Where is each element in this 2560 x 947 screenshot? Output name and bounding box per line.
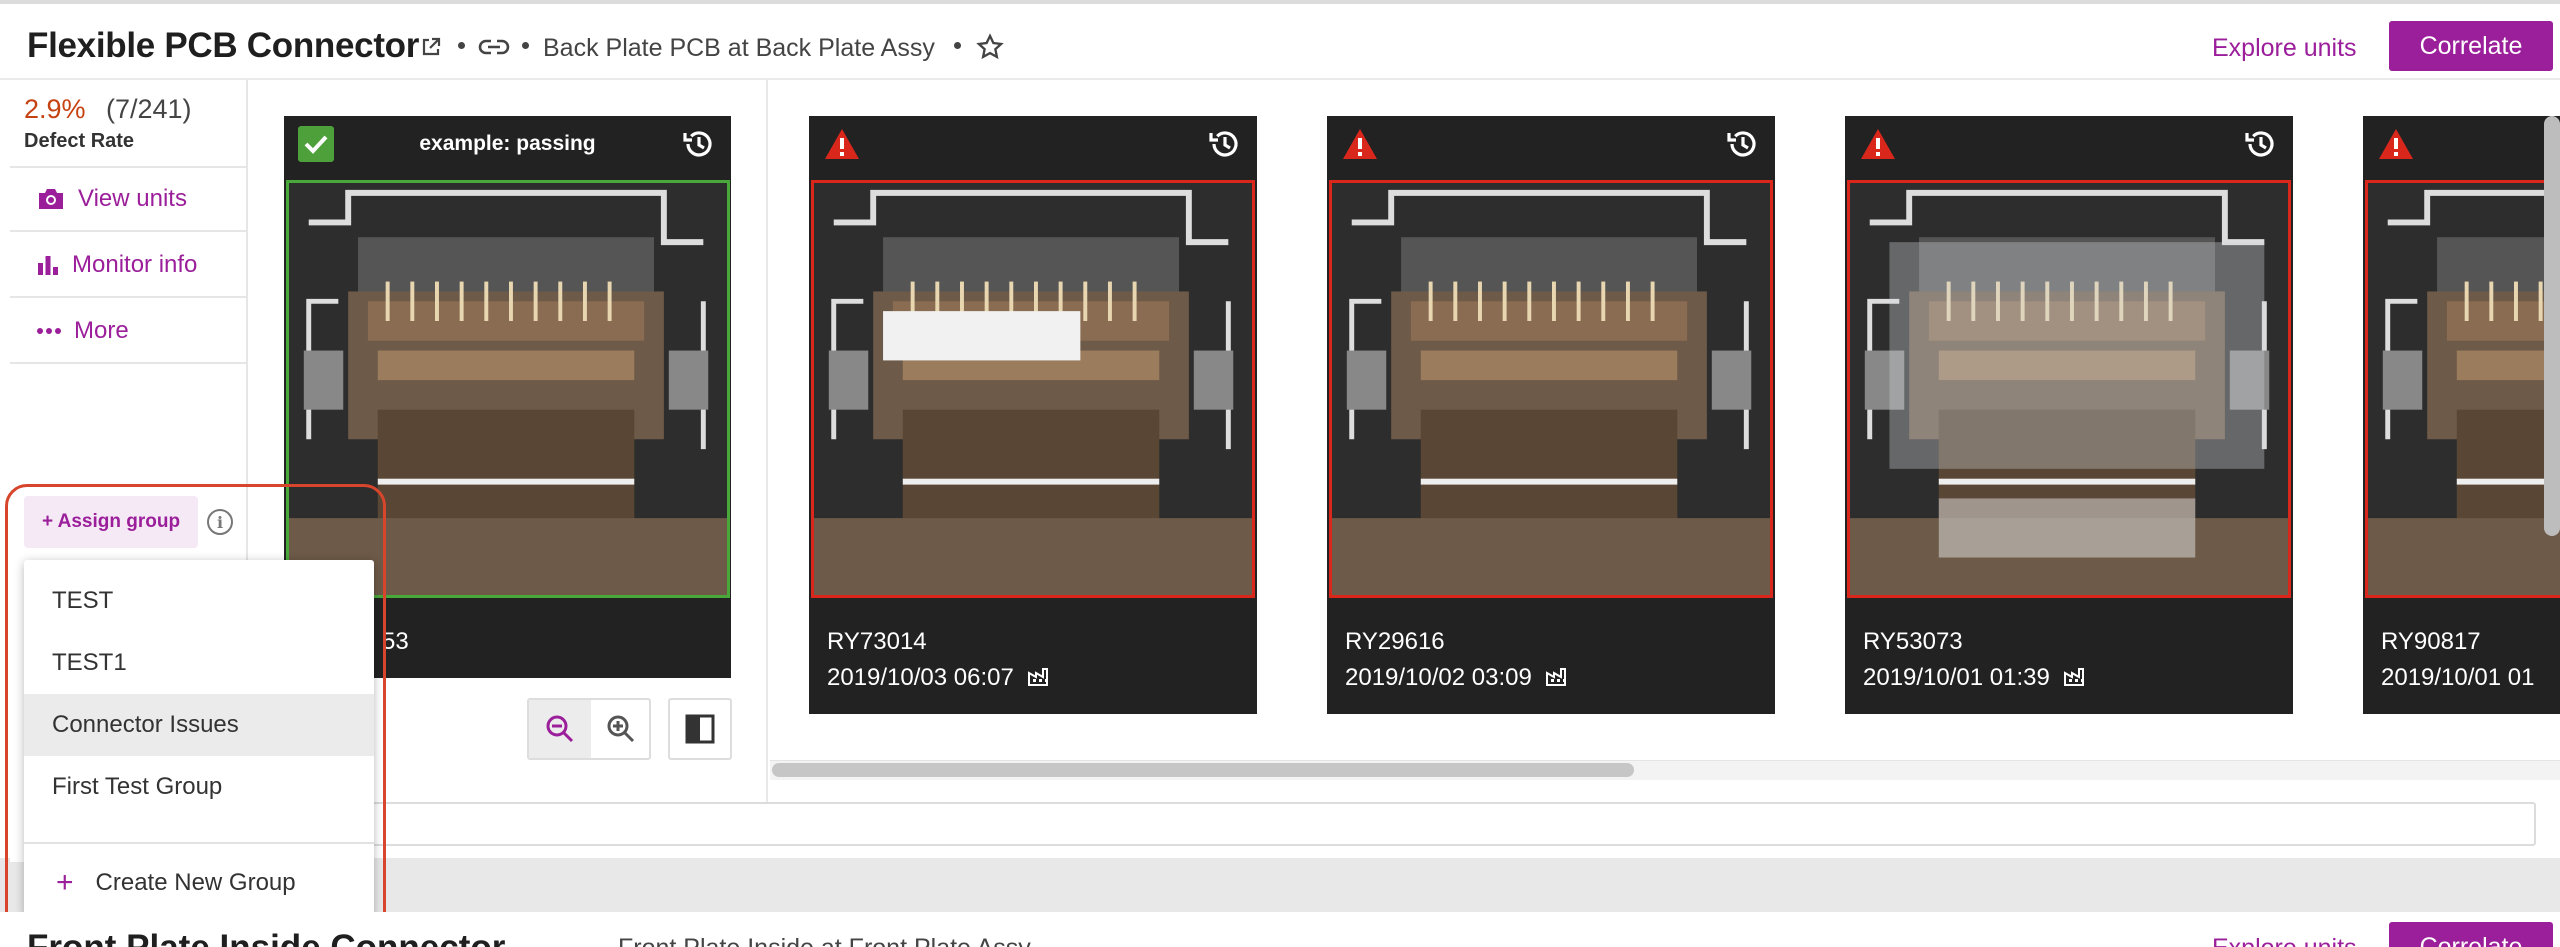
bar-chart-icon: [36, 253, 60, 277]
monitor-info-label: Monitor info: [72, 251, 198, 278]
unit-id: RY53073: [1863, 628, 1963, 655]
create-new-group-label: Create New Group: [95, 869, 296, 896]
unit-id: RY73014: [827, 628, 927, 655]
separator-dot: [458, 42, 465, 49]
warning-icon: [1859, 126, 1897, 167]
unit-date: 2019/10/01 01:39: [1863, 664, 2091, 694]
unit-id: RY29616: [1345, 628, 1445, 655]
create-new-group-button[interactable]: + Create New Group: [24, 852, 374, 914]
unit-date: 2019/10/01 01: [2381, 664, 2534, 692]
dropdown-divider: [24, 842, 374, 844]
monitor-card: Flexible PCB Connector Back Plate PCB at…: [0, 0, 2560, 862]
warning-icon: [2377, 126, 2415, 167]
unit-tile[interactable]: RY53073 2019/10/01 01:39: [1845, 116, 2293, 714]
unit-date-text: 2019/10/02 03:09: [1345, 664, 1532, 691]
separator-dot: [954, 42, 961, 49]
external-link-icon[interactable]: [420, 36, 442, 63]
group-dropdown: TEST TEST1 Connector Issues First Test G…: [24, 560, 374, 918]
panel-divider: [766, 80, 768, 830]
next-station-breadcrumb[interactable]: Front Plate Inside at Front Plate Assy: [618, 934, 1031, 947]
next-monitor-title: Front Plate Inside Connector: [27, 928, 505, 947]
explore-units-link[interactable]: Explore units: [2212, 34, 2357, 63]
notes-input[interactable]: [360, 802, 2536, 846]
factory-icon: [1545, 665, 1573, 694]
info-icon[interactable]: i: [207, 509, 233, 535]
group-option[interactable]: First Test Group: [24, 756, 374, 818]
warning-icon: [1341, 126, 1379, 167]
more-dots-icon: [36, 327, 62, 335]
unit-tile[interactable]: RY73014 2019/10/03 06:07: [809, 116, 1257, 714]
next-monitor-card: Front Plate Inside Connector Front Plate…: [0, 912, 2560, 947]
more-label: More: [74, 317, 129, 344]
monitor-header: Flexible PCB Connector Back Plate PCB at…: [0, 8, 2560, 80]
zoom-out-icon: [546, 715, 574, 743]
history-icon[interactable]: [1725, 126, 1761, 167]
plus-icon: +: [56, 866, 74, 899]
vertical-scrollbar[interactable]: [2544, 116, 2560, 536]
split-view-icon: [685, 714, 715, 744]
compare-view-button[interactable]: [668, 698, 732, 760]
station-breadcrumb[interactable]: Back Plate PCB at Back Plate Assy: [543, 34, 935, 63]
factory-icon: [1027, 665, 1055, 694]
zoom-in-button[interactable]: [591, 700, 651, 758]
monitor-title: Flexible PCB Connector: [27, 26, 420, 65]
unit-image[interactable]: [811, 180, 1255, 598]
history-icon[interactable]: [681, 126, 717, 167]
history-icon[interactable]: [1207, 126, 1243, 167]
correlate-button[interactable]: Correlate: [2389, 21, 2553, 71]
unit-image[interactable]: [2365, 180, 2560, 598]
view-units-button[interactable]: View units: [10, 168, 248, 232]
zoom-controls: [527, 698, 651, 760]
example-label: example: passing: [419, 132, 596, 155]
next-explore-units-link[interactable]: Explore units: [2212, 934, 2357, 947]
group-option[interactable]: TEST1: [24, 632, 374, 694]
next-correlate-button[interactable]: Correlate: [2389, 922, 2553, 947]
unit-date: 2019/10/02 03:09: [1345, 664, 1573, 694]
star-icon[interactable]: [976, 33, 1004, 66]
unit-tile[interactable]: RY90817 2019/10/01 01: [2363, 116, 2560, 714]
unit-image[interactable]: [1847, 180, 2291, 598]
defect-rate-count: (7/241): [106, 94, 192, 124]
defect-rate-box: 2.9% (7/241) Defect Rate: [10, 80, 248, 168]
unit-image[interactable]: [1329, 180, 1773, 598]
unit-image[interactable]: [286, 180, 730, 598]
unit-id: RY90817: [2381, 628, 2481, 655]
unit-date-text: 2019/10/01 01: [2381, 664, 2535, 691]
unit-date: 2019/10/03 06:07: [827, 664, 1055, 694]
view-units-label: View units: [78, 185, 187, 212]
link-icon[interactable]: [478, 35, 510, 64]
unit-date-text: 2019/10/01 01:39: [1863, 664, 2050, 691]
camera-icon: [36, 186, 66, 212]
warning-icon: [823, 126, 861, 167]
defect-rate-label: Defect Rate: [24, 130, 135, 152]
separator-dot: [522, 42, 529, 49]
defect-rate-percent: 2.9%: [24, 94, 86, 124]
history-icon[interactable]: [2243, 126, 2279, 167]
assign-group-button[interactable]: + Assign group: [24, 496, 198, 548]
unit-tile[interactable]: RY29616 2019/10/02 03:09: [1327, 116, 1775, 714]
group-option[interactable]: TEST: [24, 570, 374, 632]
group-option[interactable]: Connector Issues: [24, 694, 374, 756]
factory-icon: [2063, 665, 2091, 694]
unit-date-text: 2019/10/03 06:07: [827, 664, 1014, 691]
more-button[interactable]: More: [10, 300, 248, 364]
unit-id: 53: [382, 628, 409, 655]
zoom-out-button[interactable]: [529, 700, 591, 758]
zoom-in-icon: [607, 715, 635, 743]
monitor-info-button[interactable]: Monitor info: [10, 234, 248, 298]
horizontal-scrollbar-thumb[interactable]: [772, 763, 1634, 777]
